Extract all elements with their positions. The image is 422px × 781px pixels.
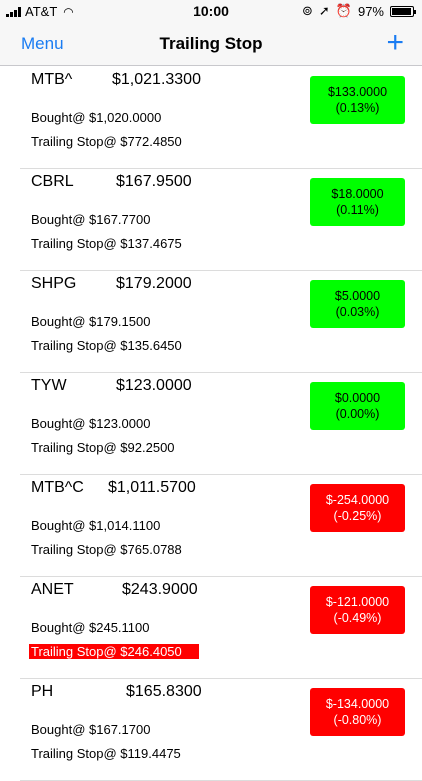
- change-badge[interactable]: $5.0000 (0.03%): [310, 280, 405, 328]
- change-badge[interactable]: $-254.0000 (-0.25%): [310, 484, 405, 532]
- change-badge[interactable]: $-121.0000 (-0.49%): [310, 586, 405, 634]
- add-icon[interactable]: +: [386, 28, 404, 58]
- bought-label: Bought@ $179.1500: [31, 314, 151, 329]
- change-badge[interactable]: $18.0000 (0.11%): [310, 178, 405, 226]
- bought-label: Bought@ $123.0000: [31, 416, 151, 431]
- change-amount: $5.0000: [334, 289, 381, 303]
- trailing-stop-label: Trailing Stop@ $92.2500: [31, 440, 175, 455]
- change-amount: $0.0000: [334, 391, 381, 405]
- list-item[interactable]: ANET $243.9000 Bought@ $245.1100 Trailin…: [20, 577, 422, 679]
- ticker-label: TYW: [31, 377, 67, 394]
- change-badge[interactable]: $0.0000 (0.00%): [310, 382, 405, 430]
- price-label: $123.0000: [116, 377, 192, 394]
- change-badge[interactable]: $-134.0000 (-0.80%): [310, 688, 405, 736]
- trailing-stop-label: Trailing Stop@ $246.4050: [29, 644, 199, 659]
- price-label: $165.8300: [126, 683, 202, 700]
- bought-label: Bought@ $167.7700: [31, 212, 151, 227]
- price-label: $1,021.3300: [112, 71, 201, 88]
- trailing-stop-label: Trailing Stop@ $135.6450: [31, 338, 182, 353]
- price-label: $243.9000: [122, 581, 198, 598]
- trailing-stop-label: Trailing Stop@ $137.4675: [31, 236, 182, 251]
- bought-label: Bought@ $245.1100: [31, 620, 150, 635]
- change-badge[interactable]: $133.0000 (0.13%): [310, 76, 405, 124]
- page-title: Trailing Stop: [159, 34, 263, 53]
- list-item[interactable]: SHPG $179.2000 Bought@ $179.1500 Trailin…: [20, 271, 422, 373]
- list-item[interactable]: CBRL $167.9500 Bought@ $167.7700 Trailin…: [20, 169, 422, 271]
- orientation-lock-icon: ⊚: [301, 3, 313, 18]
- ticker-label: MTB^C: [31, 479, 84, 496]
- price-label: $1,011.5700: [108, 479, 196, 496]
- ticker-label: SHPG: [31, 275, 77, 292]
- change-percent: (0.13%): [335, 101, 380, 115]
- change-amount: $-134.0000: [325, 697, 390, 711]
- battery-fill: [392, 7, 412, 15]
- change-percent: (0.00%): [335, 407, 380, 421]
- change-percent: (-0.49%): [333, 611, 382, 625]
- ticker-label: PH: [31, 683, 54, 700]
- list-item[interactable]: TYW $123.0000 Bought@ $123.0000 Trailing…: [20, 373, 422, 475]
- change-amount: $133.0000: [327, 85, 388, 99]
- stock-list: MTB^ $1,021.3300 Bought@ $1,020.0000 Tra…: [0, 67, 422, 781]
- alarm-icon: ⏰: [335, 3, 352, 18]
- nav-bar: Menu Trailing Stop +: [0, 22, 422, 66]
- location-icon: ➚: [318, 3, 330, 18]
- list-item[interactable]: PH $165.8300 Bought@ $167.1700 Trailing …: [20, 679, 422, 781]
- change-percent: (-0.80%): [333, 713, 382, 727]
- change-percent: (-0.25%): [333, 509, 382, 523]
- battery-icon: [390, 5, 416, 17]
- battery-percent: 97%: [357, 3, 384, 19]
- list-item[interactable]: MTB^C $1,011.5700 Bought@ $1,014.1100 Tr…: [20, 475, 422, 577]
- bought-label: Bought@ $1,014.1100: [31, 518, 161, 533]
- change-percent: (0.03%): [335, 305, 380, 319]
- status-bar: AT&T ◠ 10:00 ⊚ ➚ ⏰ 97%: [0, 0, 422, 22]
- ticker-label: ANET: [31, 581, 74, 598]
- bought-label: Bought@ $1,020.0000: [31, 110, 162, 125]
- change-amount: $-254.0000: [325, 493, 390, 507]
- ticker-label: CBRL: [31, 173, 74, 190]
- price-label: $179.2000: [116, 275, 192, 292]
- list-item[interactable]: MTB^ $1,021.3300 Bought@ $1,020.0000 Tra…: [20, 67, 422, 169]
- price-label: $167.9500: [116, 173, 192, 190]
- bought-label: Bought@ $167.1700: [31, 722, 151, 737]
- status-right: ⊚ ➚ ⏰ 97%: [301, 3, 416, 19]
- change-percent: (0.11%): [336, 203, 379, 217]
- change-amount: $18.0000: [331, 187, 384, 201]
- trailing-stop-label: Trailing Stop@ $772.4850: [31, 134, 182, 149]
- ticker-label: MTB^: [31, 71, 73, 88]
- trailing-stop-label: Trailing Stop@ $765.0788: [31, 542, 182, 557]
- change-amount: $-121.0000: [325, 595, 390, 609]
- trailing-stop-label: Trailing Stop@ $119.4475: [31, 746, 181, 761]
